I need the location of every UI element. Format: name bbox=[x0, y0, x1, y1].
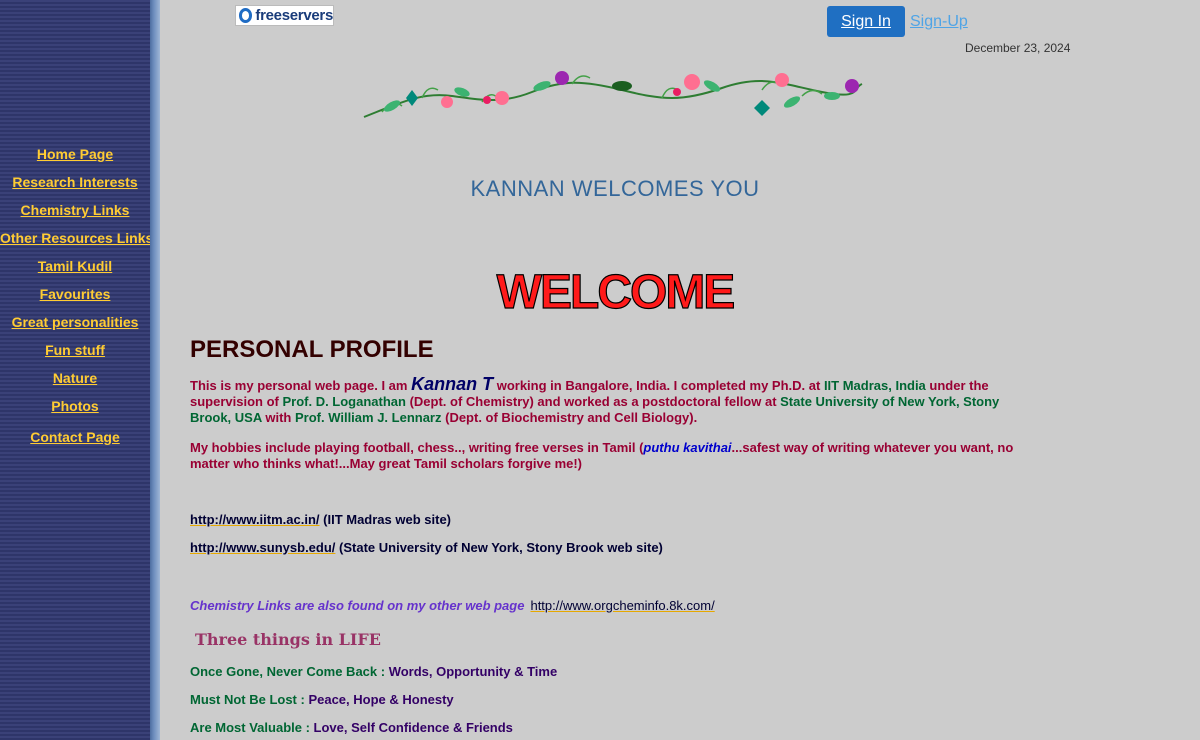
iitm-link[interactable]: http://www.iitm.ac.in/ bbox=[190, 512, 320, 527]
profile-paragraph-2: My hobbies include playing football, che… bbox=[190, 440, 1025, 472]
link-line-sunysb: http://www.sunysb.edu/ (State University… bbox=[190, 540, 663, 555]
sidebar-item-photos[interactable]: Photos bbox=[0, 398, 150, 414]
welcome-art-text: WELCOME bbox=[497, 266, 735, 318]
sidebar-item-nature[interactable]: Nature bbox=[0, 370, 150, 386]
orgcheminfo-link[interactable]: http://www.orgcheminfo.8k.com/ bbox=[530, 598, 714, 613]
sunysb-link-desc: (State University of New York, Stony Bro… bbox=[335, 540, 663, 555]
sidebar-edge bbox=[150, 0, 160, 740]
three-things-value: Love, Self Confidence & Friends bbox=[313, 720, 513, 735]
welcome-art-image: WELCOME bbox=[496, 265, 737, 318]
profile-heading: PERSONAL PROFILE bbox=[190, 336, 434, 363]
profile-paragraph-1: This is my personal web page. I am Kanna… bbox=[190, 374, 1025, 426]
chem-links-lead: Chemistry Links are also found on my oth… bbox=[190, 598, 525, 613]
sidebar-item-contact-page[interactable]: Contact Page bbox=[0, 429, 150, 445]
sunysb-link[interactable]: http://www.sunysb.edu/ bbox=[190, 540, 335, 555]
sidebar-item-chemistry-links[interactable]: Chemistry Links bbox=[0, 202, 150, 218]
sign-up-link[interactable]: Sign-Up bbox=[910, 13, 968, 31]
sign-in-button[interactable]: Sign In bbox=[827, 6, 905, 37]
author-name: Kannan T bbox=[411, 374, 494, 394]
freeservers-logo-text: freeservers bbox=[255, 7, 333, 24]
three-things-item: Must Not Be Lost : Peace, Hope & Honesty bbox=[190, 692, 454, 707]
p1-text-a: This is my personal web page. I am bbox=[190, 378, 412, 393]
sidebar-item-favourites[interactable]: Favourites bbox=[0, 286, 150, 302]
p1-prof2: Prof. William J. Lennarz bbox=[294, 410, 442, 425]
p1-text-b: working in Bangalore, India. I completed… bbox=[493, 378, 824, 393]
chem-links-line: Chemistry Links are also found on my oth… bbox=[190, 598, 715, 613]
three-things-title: Three things in LIFE bbox=[195, 630, 381, 649]
p1-text-e: with bbox=[261, 410, 295, 425]
welcome-title: KANNAN WELCOMES YOU bbox=[470, 176, 760, 201]
sidebar-item-great-personalities[interactable]: Great personalities bbox=[0, 314, 150, 330]
three-things-key: Are Most Valuable : bbox=[190, 720, 314, 735]
flower-vine-banner bbox=[363, 71, 863, 118]
p2-text-a: My hobbies include playing football, che… bbox=[190, 440, 644, 455]
current-date: December 23, 2024 bbox=[965, 41, 1071, 55]
sidebar-item-home-page[interactable]: Home Page bbox=[0, 146, 150, 162]
three-things-key: Must Not Be Lost : bbox=[190, 692, 309, 707]
three-things-value: Words, Opportunity & Time bbox=[388, 664, 558, 679]
sidebar-item-tamil-kudil[interactable]: Tamil Kudil bbox=[0, 258, 150, 274]
freeservers-logo-icon bbox=[239, 8, 253, 23]
freeservers-logo[interactable]: freeservers bbox=[235, 5, 334, 26]
p1-prof1: Prof. D. Loganathan bbox=[282, 394, 406, 409]
link-line-iitm: http://www.iitm.ac.in/ (IIT Madras web s… bbox=[190, 512, 451, 527]
p1-text-f: (Dept. of Biochemistry and Cell Biology)… bbox=[441, 410, 698, 425]
p2-puthu: puthu kavithai bbox=[643, 440, 732, 455]
three-things-key: Once Gone, Never Come Back : bbox=[190, 664, 389, 679]
iitm-link-desc: (IIT Madras web site) bbox=[319, 512, 452, 527]
sidebar: Home Page Research Interests Chemistry L… bbox=[0, 0, 153, 740]
p1-iit: IIT Madras, India bbox=[823, 378, 926, 393]
sidebar-item-other-resources-links[interactable]: Other Resources Links bbox=[0, 230, 153, 246]
three-things-value: Peace, Hope & Honesty bbox=[308, 692, 454, 707]
p1-text-d: (Dept. of Chemistry) and worked as a pos… bbox=[405, 394, 781, 409]
three-things-item: Are Most Valuable : Love, Self Confidenc… bbox=[190, 720, 513, 735]
sidebar-item-fun-stuff[interactable]: Fun stuff bbox=[0, 342, 150, 358]
three-things-item: Once Gone, Never Come Back : Words, Oppo… bbox=[190, 664, 557, 679]
